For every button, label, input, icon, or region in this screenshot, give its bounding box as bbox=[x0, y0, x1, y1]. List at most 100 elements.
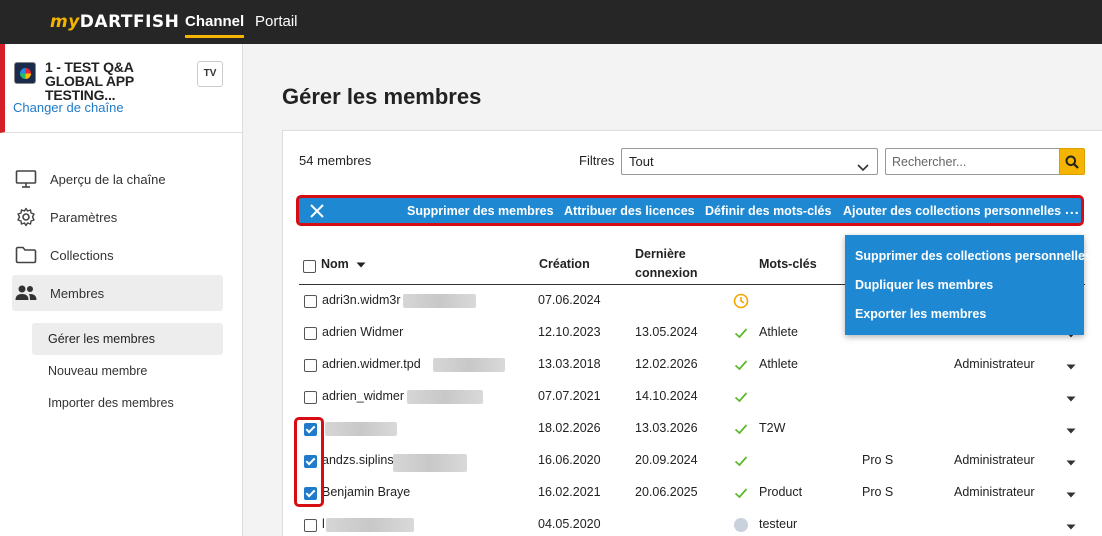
channel-selector: 1 - TEST Q&A GLOBAL APP TESTING... TV Ch… bbox=[0, 44, 242, 133]
keywords: testeur bbox=[759, 517, 798, 531]
more-actions-menu: Supprimer des collections personnelles D… bbox=[845, 235, 1092, 335]
search-button[interactable] bbox=[1059, 148, 1085, 175]
sidebar: 1 - TEST Q&A GLOBAL APP TESTING... TV Ch… bbox=[0, 44, 243, 536]
last-login-date: 13.05.2024 bbox=[635, 325, 698, 339]
row-menu-chevron-icon[interactable] bbox=[1066, 492, 1076, 498]
tv-button[interactable]: TV bbox=[197, 61, 223, 87]
filter-value: Tout bbox=[629, 154, 654, 169]
menu-item-duplicate-members[interactable]: Dupliquer les membres bbox=[855, 278, 993, 292]
chevron-down-icon bbox=[857, 155, 869, 180]
menu-item-delete-personal-collections[interactable]: Supprimer des collections personnelles bbox=[855, 249, 1092, 263]
check-icon bbox=[734, 456, 748, 467]
column-header-derniere-connexion[interactable]: Dernière connexion bbox=[635, 245, 698, 283]
role: Administrateur bbox=[954, 357, 1035, 371]
redacted-text bbox=[403, 294, 476, 308]
last-login-date: 13.03.2026 bbox=[635, 421, 698, 435]
row-menu-chevron-icon[interactable] bbox=[1066, 460, 1076, 466]
filter-select[interactable]: Tout bbox=[621, 148, 878, 175]
sidebar-item-label: Membres bbox=[50, 285, 105, 301]
sidebar-item-label: Paramètres bbox=[50, 209, 118, 225]
close-icon[interactable] bbox=[309, 203, 325, 219]
keywords: Athlete bbox=[759, 357, 798, 371]
creation-date: 04.05.2020 bbox=[538, 517, 601, 531]
sidebar-item-collections[interactable]: Collections bbox=[12, 237, 223, 273]
sidebar-item-parametres[interactable]: Paramètres bbox=[12, 199, 223, 235]
add-personal-collections-button[interactable]: Ajouter des collections personnelles bbox=[843, 204, 1061, 218]
member-name: andzs.siplins bbox=[322, 453, 394, 467]
logo-my: my bbox=[50, 12, 80, 32]
last-login-date: 12.02.2026 bbox=[635, 357, 698, 371]
sidebar-item-apercu[interactable]: Aperçu de la chaîne bbox=[12, 161, 223, 197]
member-name: l bbox=[322, 517, 325, 531]
creation-date: 12.10.2023 bbox=[538, 325, 601, 339]
sidebar-subitem-importer-membres[interactable]: Importer des membres bbox=[32, 387, 223, 419]
more-actions-button[interactable]: ... bbox=[1065, 201, 1080, 217]
selected-checkboxes-highlight bbox=[294, 417, 324, 507]
channel-logo-icon bbox=[14, 62, 36, 84]
member-name: adrien.widmer.tpd bbox=[322, 357, 421, 371]
menu-item-export-members[interactable]: Exporter les membres bbox=[855, 307, 986, 321]
sidebar-item-membres[interactable]: Membres bbox=[12, 275, 223, 311]
members-panel: 54 membres Filtres Tout Supprimer des me… bbox=[282, 130, 1102, 536]
page-title: Gérer les membres bbox=[282, 84, 482, 109]
search-icon bbox=[1065, 155, 1079, 169]
tab-channel[interactable]: Channel bbox=[185, 13, 245, 38]
last-login-date: 20.09.2024 bbox=[635, 453, 698, 467]
select-all-checkbox[interactable] bbox=[303, 260, 316, 273]
row-menu-chevron-icon[interactable] bbox=[1066, 396, 1076, 402]
bulk-action-bar: Supprimer des membres Attribuer des lice… bbox=[296, 195, 1084, 226]
member-name: adrien Widmer bbox=[322, 325, 404, 339]
top-bar: myDARTFISH Channel Portail bbox=[0, 0, 1102, 44]
column-header-mots-cles[interactable]: Mots-clés bbox=[759, 255, 817, 274]
license: Pro S bbox=[862, 485, 894, 499]
sidebar-subitem-gerer-membres[interactable]: Gérer les membres bbox=[32, 323, 223, 355]
sort-down-icon bbox=[356, 262, 366, 268]
member-count: 54 membres bbox=[299, 153, 372, 168]
member-name: adrien_widmer bbox=[322, 389, 404, 403]
folder-icon bbox=[14, 243, 38, 267]
role: Administrateur bbox=[954, 485, 1035, 499]
clock-icon bbox=[733, 293, 749, 309]
row-checkbox[interactable] bbox=[304, 327, 317, 340]
redacted-text bbox=[433, 358, 505, 372]
row-checkbox[interactable] bbox=[304, 519, 317, 532]
dartfish-logo[interactable]: myDARTFISH bbox=[50, 12, 179, 32]
check-icon bbox=[734, 392, 748, 403]
change-channel-link[interactable]: Changer de chaîne bbox=[13, 100, 124, 115]
row-checkbox[interactable] bbox=[304, 359, 317, 372]
creation-date: 07.07.2021 bbox=[538, 389, 601, 403]
redacted-text bbox=[325, 422, 397, 436]
member-name: Benjamin Braye bbox=[322, 485, 411, 499]
column-label-line2: connexion bbox=[635, 266, 698, 280]
creation-date: 18.02.2026 bbox=[538, 421, 601, 435]
column-header-creation[interactable]: Création bbox=[539, 255, 590, 274]
row-checkbox[interactable] bbox=[304, 295, 317, 308]
search-input[interactable] bbox=[885, 148, 1059, 175]
redacted-text bbox=[407, 390, 483, 404]
keywords: T2W bbox=[759, 421, 786, 435]
delete-members-button[interactable]: Supprimer des membres bbox=[407, 204, 554, 218]
keywords: Product bbox=[759, 485, 803, 499]
row-checkbox[interactable] bbox=[304, 391, 317, 404]
row-menu-chevron-icon[interactable] bbox=[1066, 428, 1076, 434]
column-header-nom[interactable]: Nom bbox=[321, 255, 366, 274]
column-label-line1: Dernière bbox=[635, 247, 686, 261]
check-icon bbox=[734, 360, 748, 371]
row-menu-chevron-icon[interactable] bbox=[1066, 364, 1076, 370]
member-name: adri3n.widm3r bbox=[322, 293, 401, 307]
last-login-date: 20.06.2025 bbox=[635, 485, 698, 499]
creation-date: 16.06.2020 bbox=[538, 453, 601, 467]
channel-name: 1 - TEST Q&A GLOBAL APP TESTING... bbox=[45, 59, 134, 103]
redacted-text bbox=[393, 454, 467, 472]
row-menu-chevron-icon[interactable] bbox=[1066, 524, 1076, 530]
last-login-date: 14.10.2024 bbox=[635, 389, 698, 403]
tab-portail[interactable]: Portail bbox=[255, 13, 298, 30]
sidebar-subitem-nouveau-membre[interactable]: Nouveau membre bbox=[32, 355, 223, 387]
inactive-status-icon bbox=[734, 518, 748, 532]
creation-date: 13.03.2018 bbox=[538, 357, 601, 371]
assign-licenses-button[interactable]: Attribuer des licences bbox=[564, 204, 695, 218]
check-icon bbox=[734, 424, 748, 435]
set-keywords-button[interactable]: Définir des mots-clés bbox=[705, 204, 831, 218]
creation-date: 16.02.2021 bbox=[538, 485, 601, 499]
creation-date: 07.06.2024 bbox=[538, 293, 601, 307]
